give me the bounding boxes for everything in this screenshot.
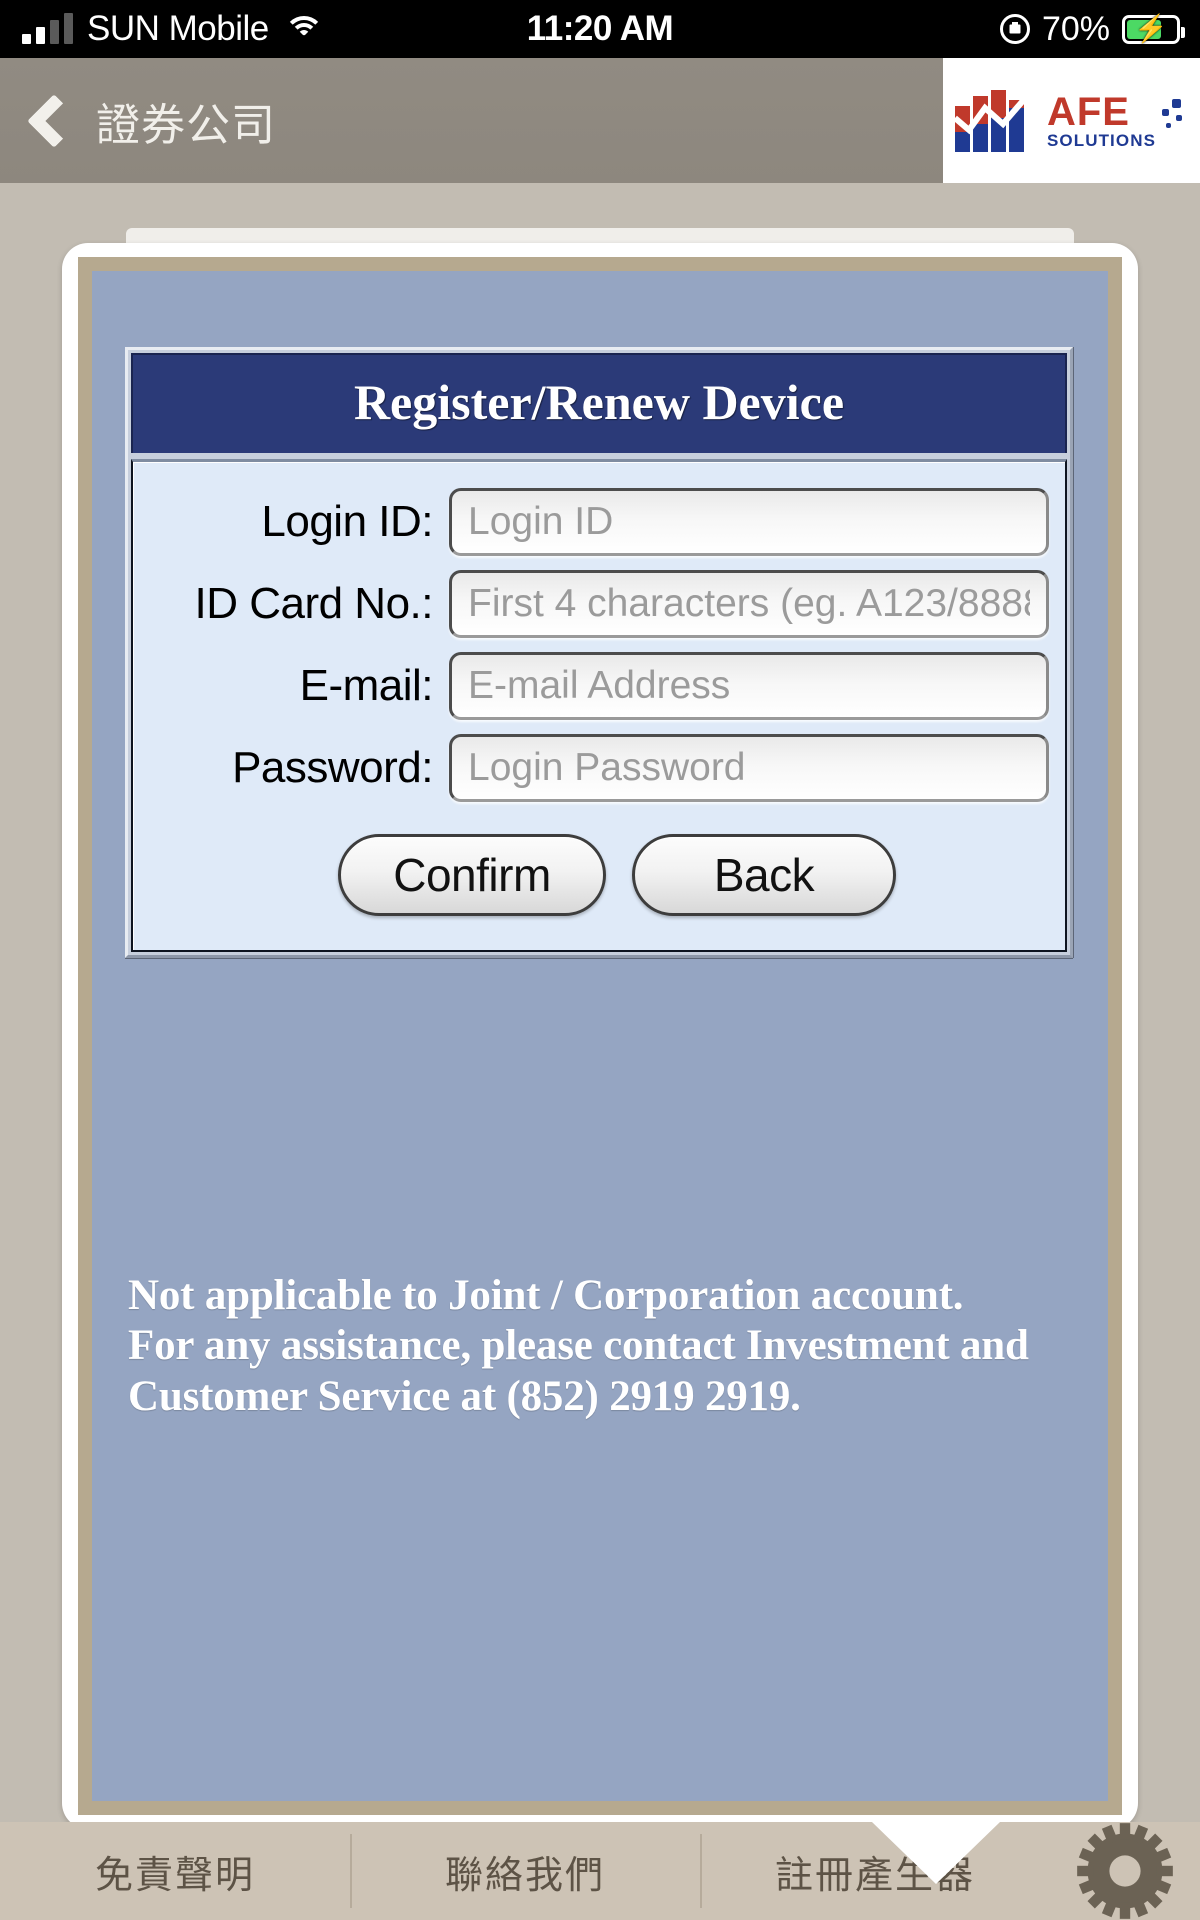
tab-contact-us-label: 聯絡我們 xyxy=(444,1854,605,1897)
back-button-form[interactable]: Back xyxy=(632,834,896,916)
form-row-id-card-no: ID Card No.: xyxy=(133,570,1065,638)
notice-text: Not applicable to Joint / Corporation ac… xyxy=(128,1271,1058,1422)
notice-line-3: Customer Service at (852) 2919 2919. xyxy=(128,1372,801,1420)
logo-secondary-text: SOLUTIONS xyxy=(1046,131,1157,150)
email-input[interactable] xyxy=(449,652,1049,720)
afe-solutions-logo: AFE SOLUTIONS xyxy=(943,58,1200,183)
card-content: Register/Renew Device Login ID: ID Card … xyxy=(92,271,1108,1801)
logo-primary-text: AFE xyxy=(1046,90,1130,134)
form-row-login-id: Login ID: xyxy=(133,488,1065,556)
email-label: E-mail: xyxy=(299,661,434,710)
notice-line-2: For any assistance, please contact Inves… xyxy=(128,1322,1029,1370)
notice-line-1: Not applicable to Joint / Corporation ac… xyxy=(128,1272,964,1319)
logo-dots-icon xyxy=(1162,98,1188,143)
login-id-input[interactable] xyxy=(449,488,1049,556)
status-bar: SUN Mobile 11:20 AM 70% ⚡ xyxy=(0,0,1200,58)
tab-register-generator-label: 註冊產生器 xyxy=(774,1854,975,1897)
settings-button[interactable] xyxy=(1050,1822,1200,1920)
logo-text: AFE SOLUTIONS xyxy=(1047,92,1156,149)
password-label: Password: xyxy=(232,743,433,792)
card-frame: Register/Renew Device Login ID: ID Card … xyxy=(78,257,1122,1815)
rotation-lock-icon xyxy=(999,14,1030,44)
status-bar-right: 70% ⚡ xyxy=(999,9,1200,49)
gear-icon xyxy=(1077,1823,1173,1919)
form-row-email: E-mail: xyxy=(133,652,1065,720)
nav-bar: 證券公司 AFE SOLUTIONS xyxy=(0,58,1200,183)
id-card-no-label: ID Card No.: xyxy=(194,579,433,628)
form-actions: Confirm Back xyxy=(133,834,1065,916)
tab-register-generator[interactable]: 註冊產生器 xyxy=(700,1822,1050,1920)
register-device-panel: Register/Renew Device Login ID: ID Card … xyxy=(125,347,1073,958)
page-title: 證券公司 xyxy=(96,100,276,150)
battery-percent-label: 70% xyxy=(1041,9,1110,48)
battery-charging-icon: ⚡ xyxy=(1122,14,1185,44)
panel-header-title: Register/Renew Device xyxy=(131,353,1067,453)
password-input[interactable] xyxy=(449,734,1049,802)
tab-disclaimer-label: 免責聲明 xyxy=(94,1854,255,1897)
login-id-label: Login ID: xyxy=(261,497,433,546)
back-chevron-icon xyxy=(27,93,81,148)
logo-chart-icon xyxy=(954,89,1041,152)
app-root: SUN Mobile 11:20 AM 70% ⚡ 證券公司 AFE SOLUT… xyxy=(0,0,1200,1920)
content-card: Register/Renew Device Login ID: ID Card … xyxy=(62,243,1138,1829)
form-row-password: Password: xyxy=(133,734,1065,802)
confirm-button[interactable]: Confirm xyxy=(338,834,606,916)
id-card-no-input[interactable] xyxy=(449,570,1049,638)
back-button[interactable] xyxy=(0,58,96,183)
tab-contact-us[interactable]: 聯絡我們 xyxy=(350,1822,700,1920)
panel-body: Login ID: ID Card No.: E-mail: P xyxy=(131,459,1067,952)
tab-disclaimer[interactable]: 免責聲明 xyxy=(0,1822,350,1920)
tab-bar: 免責聲明 聯絡我們 註冊產生器 xyxy=(0,1822,1200,1920)
